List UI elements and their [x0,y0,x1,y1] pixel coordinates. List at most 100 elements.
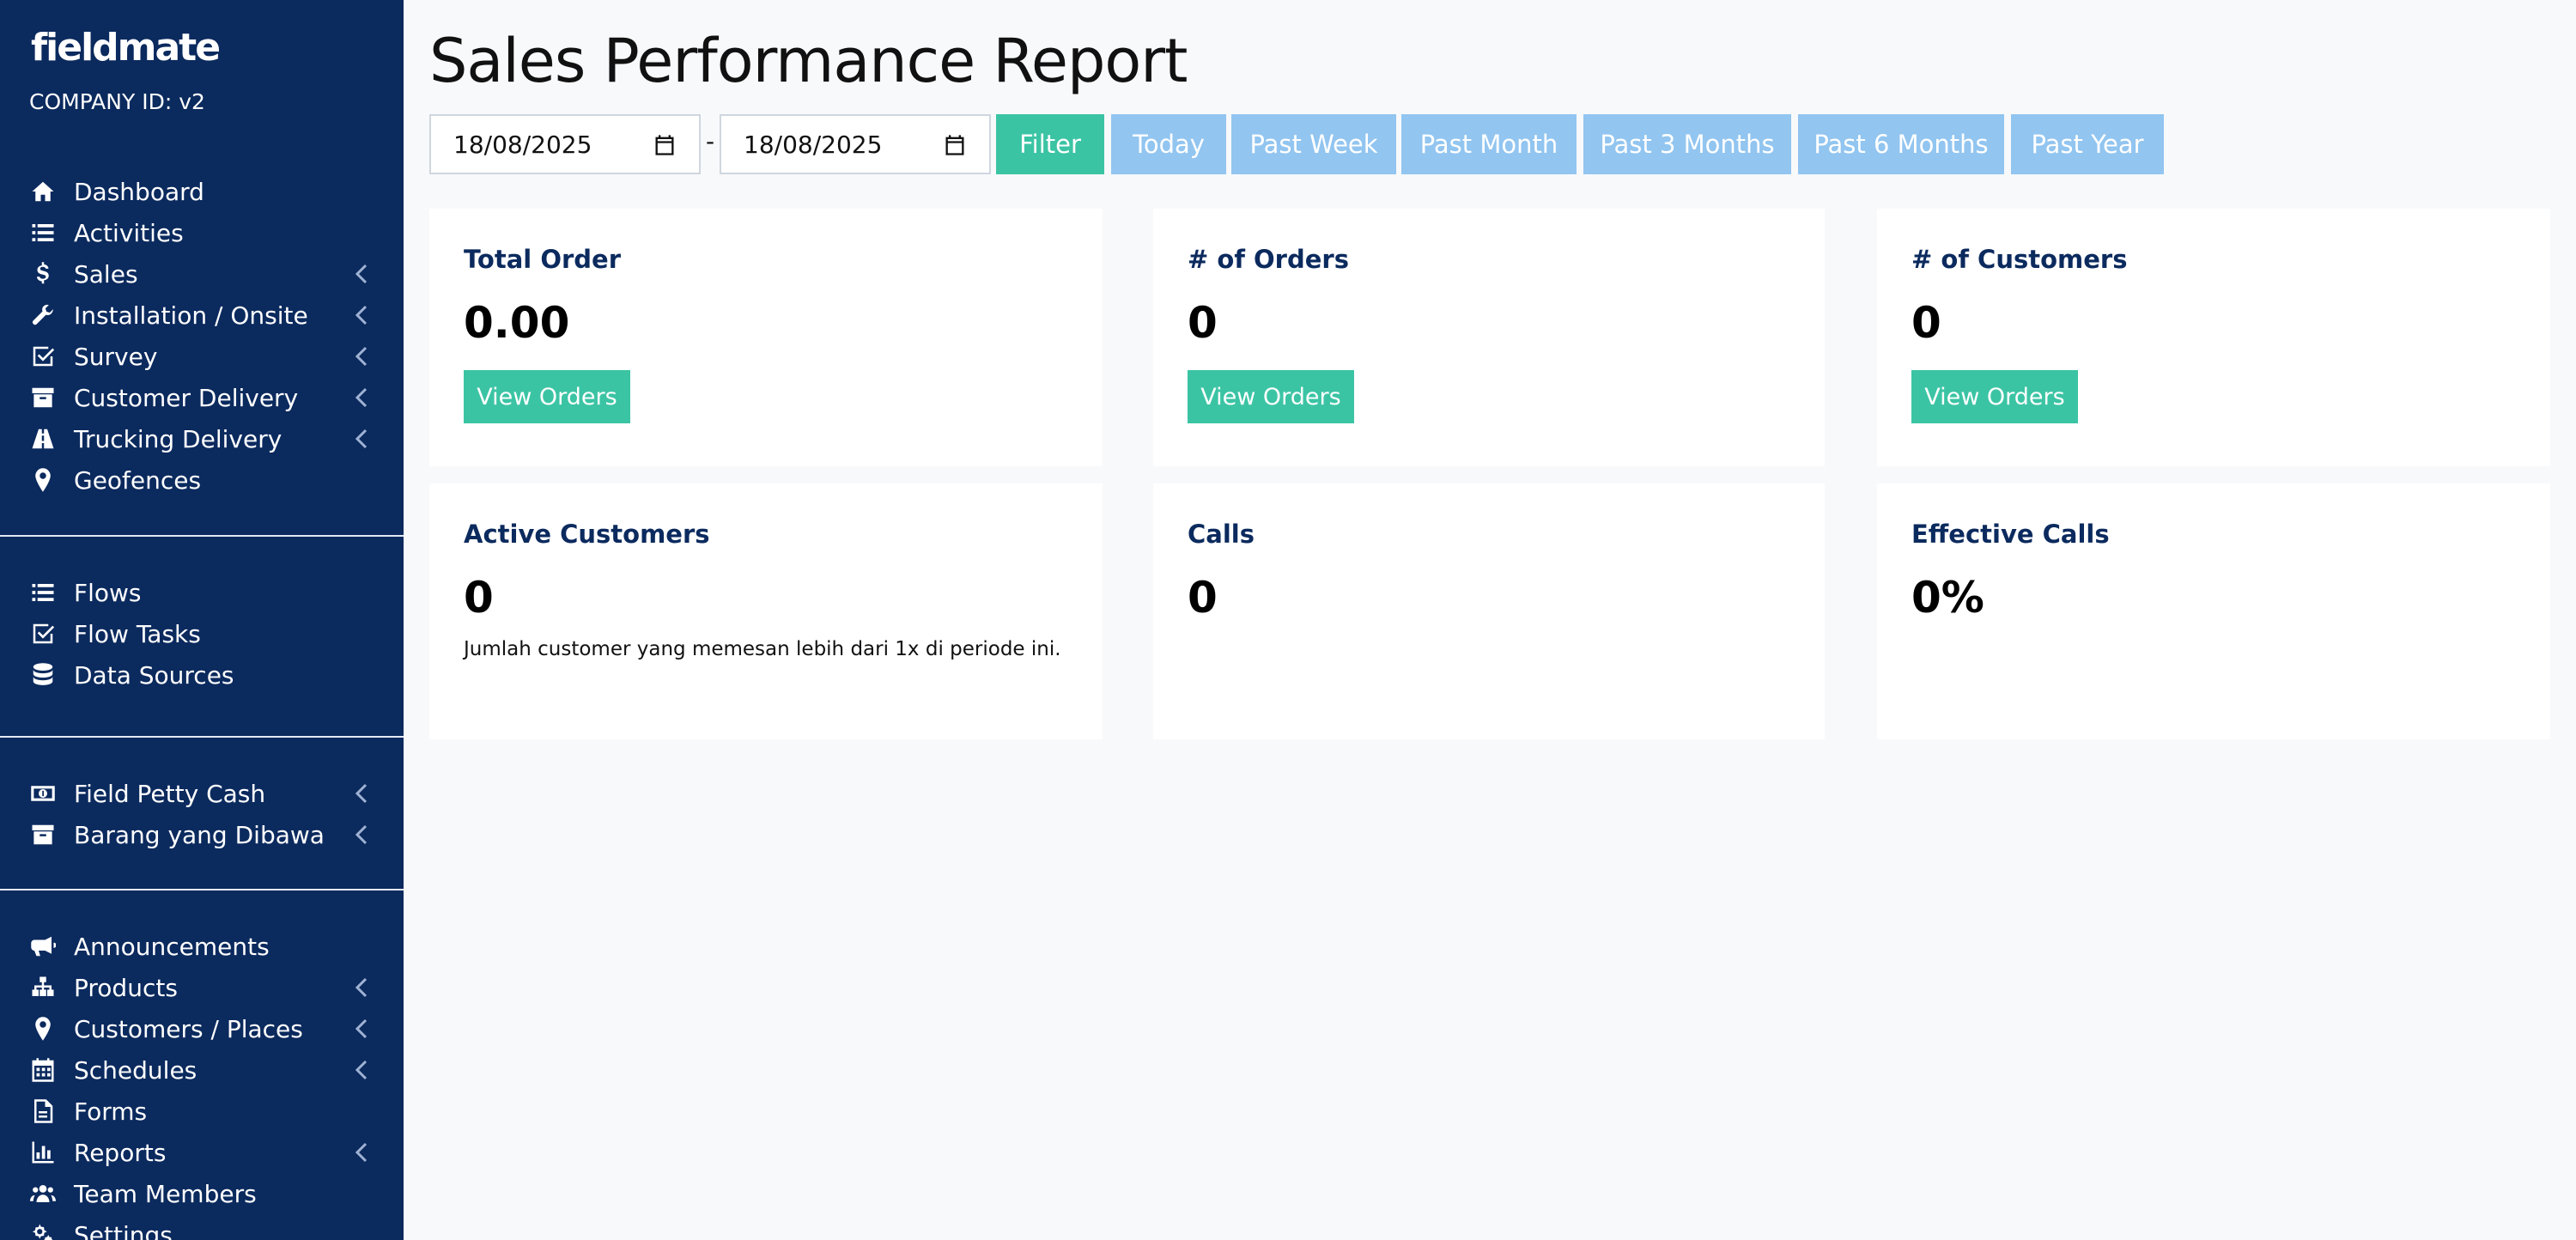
chevron-left-icon[interactable] [352,262,371,286]
dollar-icon [27,258,58,289]
sidebar-item-label: Dashboard [74,177,204,206]
customers-count-card: # of Customers 0 View Orders [1877,209,2550,466]
chevron-left-icon[interactable] [352,427,371,451]
sidebar: fieldmate COMPANY ID: v2 Dashboard Activi… [0,0,404,1240]
sidebar-item-schedules[interactable]: Schedules [0,1049,404,1091]
sidebar-item-flows[interactable]: Flows [0,572,404,613]
users-icon [27,1178,58,1209]
sidebar-item-customers-places[interactable]: Customers / Places [0,1008,404,1049]
sidebar-item-label: Forms [74,1097,148,1126]
sidebar-item-label: Trucking Delivery [74,424,283,453]
sidebar-item-label: Schedules [74,1055,197,1085]
map-pin-icon [27,465,58,495]
nav-group-main: Dashboard Activities Sales Installation / O… [0,171,404,501]
sidebar-item-activities[interactable]: Activities [0,212,404,253]
filter-button[interactable]: Filter [996,114,1104,174]
sidebar-item-geofences[interactable]: Geofences [0,459,404,501]
sidebar-item-label: Flows [74,578,142,607]
sidebar-item-reports[interactable]: Reports [0,1132,404,1173]
sidebar-item-label: Flow Tasks [74,619,201,648]
sitemap-icon [27,972,58,1003]
home-icon [27,176,58,207]
active-customers-card: Active Customers 0 Jumlah customer yang … [429,483,1103,739]
chevron-left-icon[interactable] [352,976,371,1000]
sidebar-item-label: Sales [74,259,138,289]
sidebar-divider [0,889,404,890]
sidebar-item-label: Announcements [74,932,270,961]
date-from-input[interactable]: 18/08/2025 [429,114,701,174]
card-value: 0% [1911,573,1984,623]
chevron-left-icon[interactable] [352,781,371,805]
sidebar-item-survey[interactable]: Survey [0,336,404,377]
nav-group-flows: Flows Flow Tasks Data Sources [0,572,404,696]
range-past-week-button[interactable]: Past Week [1231,114,1396,174]
view-orders-button[interactable]: View Orders [1911,370,2078,423]
sidebar-item-customer-delivery[interactable]: Customer Delivery [0,377,404,418]
archive-icon [27,819,58,850]
bullhorn-icon [27,931,58,962]
calendar-icon[interactable] [653,133,677,157]
date-to-input[interactable]: 18/08/2025 [720,114,991,174]
check-square-icon [27,618,58,649]
sidebar-item-label: Data Sources [74,660,234,690]
date-separator: - [706,127,715,155]
chevron-left-icon[interactable] [352,1058,371,1082]
sidebar-item-flow-tasks[interactable]: Flow Tasks [0,613,404,654]
range-past-month-button[interactable]: Past Month [1401,114,1577,174]
range-today-button[interactable]: Today [1111,114,1226,174]
sidebar-item-trucking-delivery[interactable]: Trucking Delivery [0,418,404,459]
card-value: 0 [1188,573,1218,623]
view-orders-button[interactable]: View Orders [464,370,630,423]
sidebar-item-label: Installation / Onsite [74,301,308,330]
archive-icon [27,382,58,413]
card-note: Jumlah customer yang memesan lebih dari … [464,638,1061,660]
database-icon [27,660,58,690]
view-orders-button[interactable]: View Orders [1188,370,1354,423]
calendar-icon [27,1055,58,1085]
money-bill-icon [27,778,58,809]
range-past-year-button[interactable]: Past Year [2011,114,2164,174]
sidebar-item-label: Team Members [74,1179,257,1208]
date-to-value: 18/08/2025 [744,130,883,159]
card-title: # of Customers [1911,245,2128,274]
date-from-value: 18/08/2025 [453,130,592,159]
chevron-left-icon[interactable] [352,386,371,410]
sidebar-item-label: Customer Delivery [74,383,299,412]
chevron-left-icon[interactable] [352,303,371,327]
sidebar-item-label: Barang yang Dibawa [74,820,325,849]
sidebar-item-label: Reports [74,1138,167,1167]
sidebar-divider [0,736,404,738]
card-title: Calls [1188,520,1255,549]
sidebar-item-forms[interactable]: Forms [0,1091,404,1132]
chevron-left-icon[interactable] [352,1140,371,1164]
sidebar-item-label: Survey [74,342,158,371]
sidebar-item-dashboard[interactable]: Dashboard [0,171,404,212]
sidebar-item-label: Products [74,973,178,1002]
sidebar-item-installation-onsite[interactable]: Installation / Onsite [0,295,404,336]
sidebar-item-field-petty-cash[interactable]: Field Petty Cash [0,773,404,814]
bar-chart-icon [27,1137,58,1168]
range-past-6-months-button[interactable]: Past 6 Months [1798,114,2004,174]
fieldmate-logo[interactable]: fieldmate [31,26,221,70]
nav-group-admin: Announcements Products Customers / Places S… [0,926,404,1240]
sidebar-item-products[interactable]: Products [0,967,404,1008]
sidebar-item-announcements[interactable]: Announcements [0,926,404,967]
sidebar-item-sales[interactable]: Sales [0,253,404,295]
page-title: Sales Performance Report [429,26,1188,96]
sidebar-item-barang-yang-dibawa[interactable]: Barang yang Dibawa [0,814,404,855]
sidebar-item-label: Geofences [74,465,202,495]
wrench-icon [27,300,58,331]
sidebar-item-data-sources[interactable]: Data Sources [0,654,404,696]
calendar-icon[interactable] [943,133,967,157]
range-past-3-months-button[interactable]: Past 3 Months [1583,114,1791,174]
chevron-left-icon[interactable] [352,823,371,847]
sidebar-item-settings[interactable]: Settings [0,1214,404,1240]
list-icon [27,217,58,248]
main-content: Sales Performance Report 18/08/2025 - 18… [404,0,2576,1240]
chevron-left-icon[interactable] [352,1017,371,1041]
chevron-left-icon[interactable] [352,344,371,368]
total-order-card: Total Order 0.00 View Orders [429,209,1103,466]
sidebar-item-team-members[interactable]: Team Members [0,1173,404,1214]
check-square-icon [27,341,58,372]
orders-count-card: # of Orders 0 View Orders [1153,209,1825,466]
